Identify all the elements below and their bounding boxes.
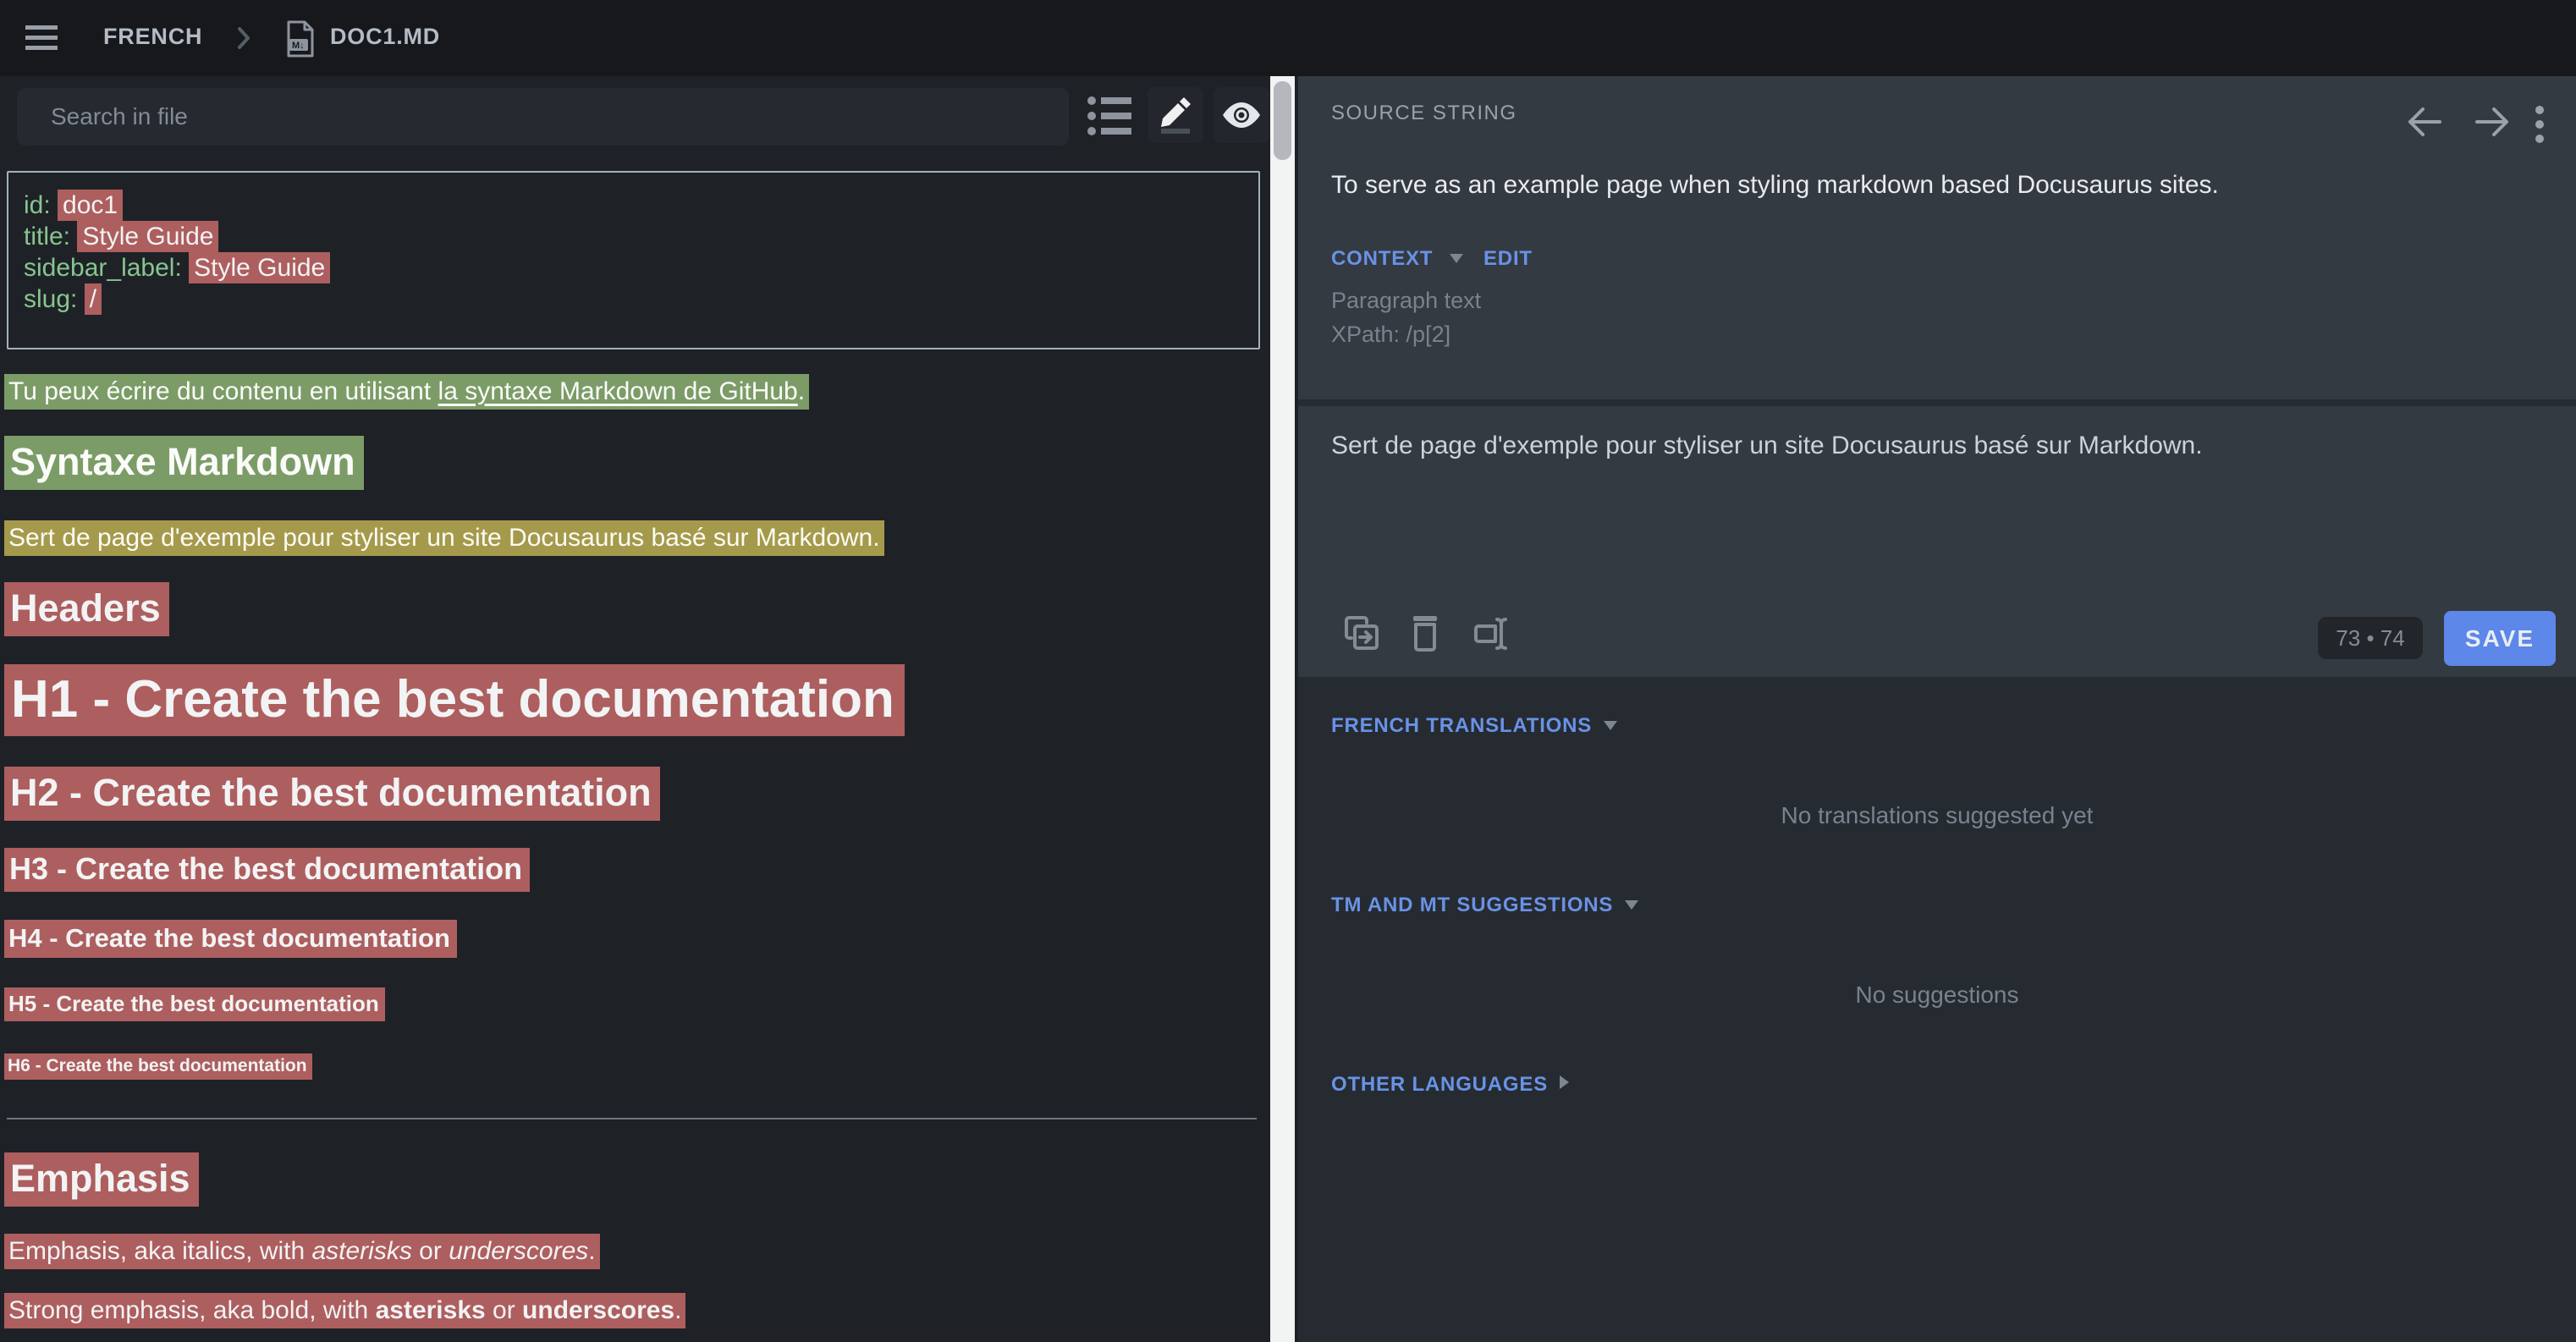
string-heading-h6[interactable]: H6 - Create the best documentation	[4, 1053, 312, 1080]
translations-empty-text: No translations suggested yet	[1298, 802, 2576, 829]
translation-input[interactable]: Sert de page d'exemple pour styliser un …	[1331, 432, 2533, 460]
string-intro-paragraph[interactable]: Tu peux écrire du contenu en utilisant l…	[4, 374, 809, 410]
source-string-label: SOURCE STRING	[1331, 102, 1517, 125]
context-edit-button[interactable]: EDIT	[1483, 247, 1533, 271]
frontmatter-key: id:	[24, 191, 58, 219]
frontmatter-value-string[interactable]: doc1	[58, 190, 123, 221]
tm-mt-suggestions-header[interactable]: TM AND MT SUGGESTIONS	[1331, 894, 1638, 917]
french-translations-header[interactable]: FRENCH TRANSLATIONS	[1331, 714, 1617, 738]
translation-panel: SOURCE STRING To serve as an example pag…	[1298, 76, 2576, 1342]
preview-mode-button[interactable]	[1214, 87, 1269, 143]
next-string-button[interactable]	[2475, 107, 2509, 141]
other-languages-header[interactable]: OTHER LANGUAGES	[1331, 1073, 1569, 1097]
frontmatter-value-string[interactable]: Style Guide	[77, 221, 218, 252]
string-active-paragraph[interactable]: Sert de page d'exemple pour styliser un …	[4, 520, 884, 556]
copy-source-icon	[1343, 614, 1380, 652]
intro-link-text: la syntaxe Markdown de GitHub	[438, 377, 798, 405]
intro-period: .	[798, 377, 805, 405]
markdown-horizontal-rule	[7, 1118, 1257, 1119]
clear-translation-button[interactable]	[1472, 614, 1512, 659]
pencil-icon	[1158, 96, 1193, 134]
eye-icon	[1222, 102, 1261, 128]
context-xpath-text: XPath: /p[2]	[1331, 322, 1450, 348]
source-string-section: SOURCE STRING To serve as an example pag…	[1298, 76, 2576, 399]
frontmatter-code-block: id: doc1 title: Style Guide sidebar_labe…	[7, 171, 1260, 349]
string-heading-h2[interactable]: H2 - Create the best documentation	[4, 767, 660, 821]
character-counter-badge: 73 • 74	[2318, 617, 2423, 659]
app: FRENCH M↓ DOC1.MD	[0, 0, 2576, 1342]
string-heading-h4[interactable]: H4 - Create the best documentation	[4, 920, 457, 958]
collapse-triangle-icon	[1625, 899, 1638, 914]
save-button[interactable]: SAVE	[2444, 611, 2556, 666]
string-h2-syntax[interactable]: Syntaxe Markdown	[4, 436, 364, 490]
suggestions-section: FRENCH TRANSLATIONS No translations sugg…	[1298, 677, 2576, 1342]
list-view-icon	[1087, 95, 1131, 137]
frontmatter-line: title: Style Guide	[24, 221, 1258, 252]
editor-scrollbar-track	[1270, 76, 1295, 1342]
previous-string-button[interactable]	[2408, 107, 2441, 141]
chevron-right-icon	[237, 27, 250, 53]
context-dropdown-icon[interactable]	[1450, 252, 1463, 267]
context-type-text: Paragraph text	[1331, 288, 1481, 314]
frontmatter-line: sidebar_label: Style Guide	[24, 252, 1258, 283]
arrow-left-icon	[2408, 107, 2441, 137]
context-toggle[interactable]: CONTEXT	[1331, 247, 1433, 271]
string-heading-h3[interactable]: H3 - Create the best documentation	[4, 848, 530, 892]
string-heading-h5[interactable]: H5 - Create the best documentation	[4, 987, 385, 1021]
suggestions-empty-text: No suggestions	[1298, 982, 2576, 1009]
breadcrumb-project[interactable]: FRENCH	[103, 24, 202, 50]
more-options-button[interactable]	[2535, 105, 2545, 148]
frontmatter-key: title:	[24, 223, 77, 250]
frontmatter-value-string[interactable]: /	[85, 283, 102, 315]
list-view-button[interactable]	[1087, 95, 1131, 137]
search-input[interactable]	[17, 88, 1069, 146]
file-editor-panel: id: doc1 title: Style Guide sidebar_labe…	[0, 76, 1298, 1342]
string-emphasis-bold[interactable]: Strong emphasis, aka bold, with asterisk…	[4, 1293, 685, 1328]
translation-input-section: Sert de page d'exemple pour styliser un …	[1298, 406, 2576, 677]
markdown-file-icon: M↓	[286, 20, 315, 62]
edit-mode-button[interactable]	[1148, 87, 1203, 143]
breadcrumb-file[interactable]: DOC1.MD	[330, 24, 440, 50]
string-h2-headers[interactable]: Headers	[4, 582, 169, 636]
collapse-triangle-icon	[1604, 719, 1617, 734]
trash-icon	[1410, 614, 1440, 652]
editor-scrollbar-thumb[interactable]	[1274, 81, 1291, 160]
svg-text:M↓: M↓	[292, 41, 305, 51]
delete-translation-button[interactable]	[1410, 614, 1440, 656]
text-cursor-icon	[1472, 614, 1512, 655]
frontmatter-value-string[interactable]: Style Guide	[189, 252, 330, 283]
arrow-right-icon	[2475, 107, 2509, 137]
string-heading-h1[interactable]: H1 - Create the best documentation	[4, 664, 905, 736]
frontmatter-key: sidebar_label:	[24, 254, 189, 282]
intro-text: Tu peux écrire du contenu en utilisant	[8, 377, 438, 405]
string-emphasis-italic[interactable]: Emphasis, aka italics, with asterisks or…	[4, 1234, 600, 1269]
frontmatter-key: slug:	[24, 285, 85, 313]
copy-source-button[interactable]	[1343, 614, 1380, 656]
hamburger-menu-icon[interactable]	[25, 25, 58, 51]
frontmatter-line: id: doc1	[24, 190, 1258, 221]
expand-triangle-icon	[1560, 1075, 1569, 1093]
kebab-menu-icon	[2535, 105, 2545, 144]
frontmatter-line: slug: /	[24, 283, 1258, 315]
topbar: FRENCH M↓ DOC1.MD	[0, 0, 2576, 76]
string-h2-emphasis[interactable]: Emphasis	[4, 1152, 199, 1207]
source-string-text: To serve as an example page when styling…	[1331, 171, 2219, 200]
